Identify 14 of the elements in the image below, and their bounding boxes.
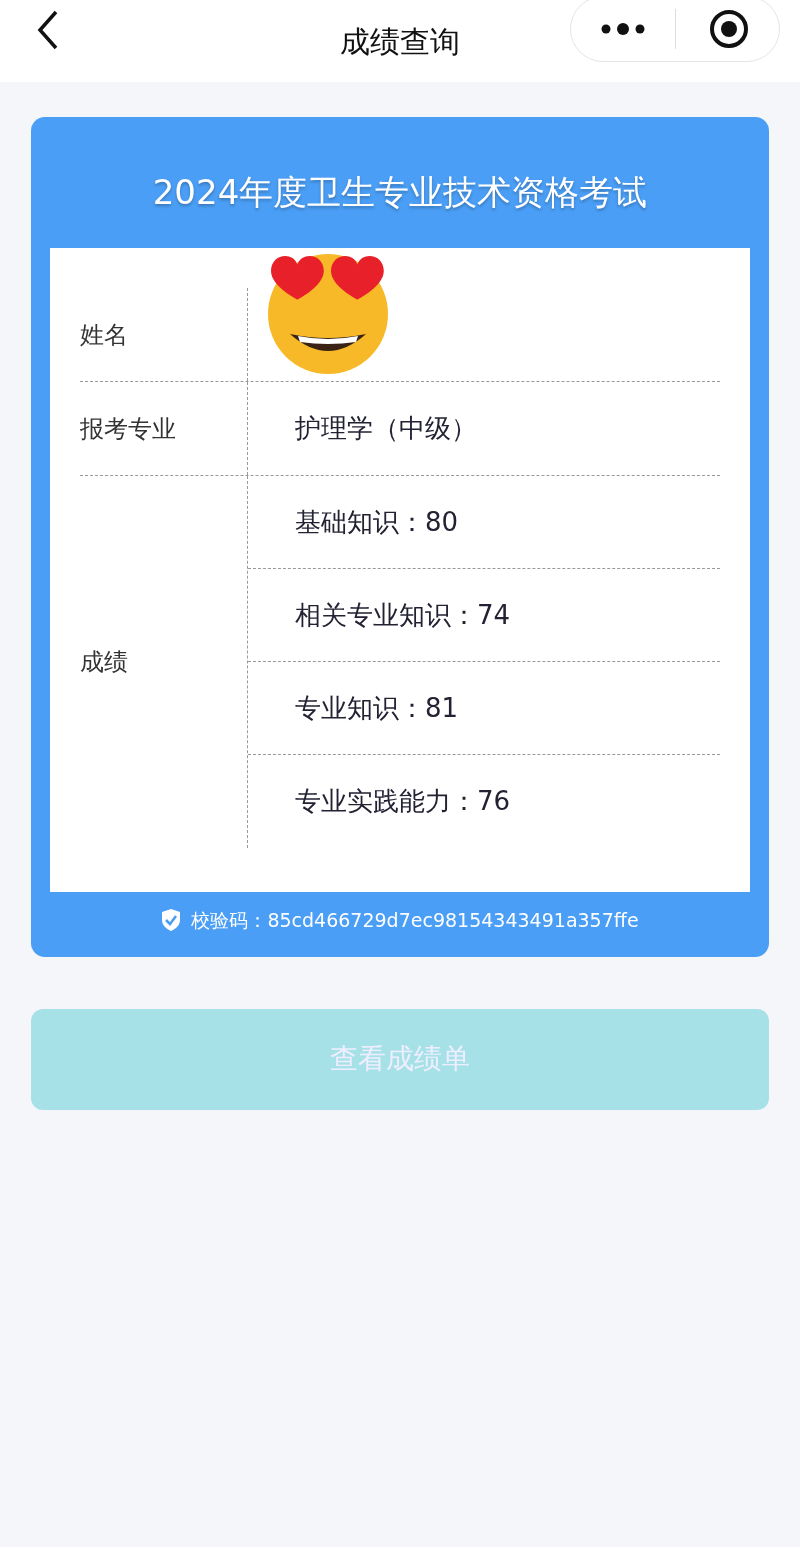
field-label: 成绩 bbox=[80, 647, 128, 678]
field-value: 护理学（中级） bbox=[295, 412, 477, 445]
score-item: 专业实践能力：76 bbox=[295, 785, 511, 818]
score-item: 专业知识：81 bbox=[295, 691, 459, 725]
exam-title: 2024年度卫生专业技术资格考试 bbox=[151, 171, 649, 214]
more-icon[interactable] bbox=[601, 22, 645, 36]
field-label: 报考专业 bbox=[80, 413, 176, 445]
close-icon[interactable] bbox=[709, 9, 749, 49]
score-item: 基础知识：80 bbox=[295, 505, 459, 539]
shield-check-icon bbox=[161, 908, 182, 933]
score-item: 相关专业知识：74 bbox=[295, 598, 511, 632]
field-label: 姓名 bbox=[80, 319, 128, 351]
verification-code: 校验码：85cd466729d7ec98154343491a357ffe bbox=[191, 908, 639, 933]
page-title: 成绩查询 bbox=[340, 22, 460, 61]
